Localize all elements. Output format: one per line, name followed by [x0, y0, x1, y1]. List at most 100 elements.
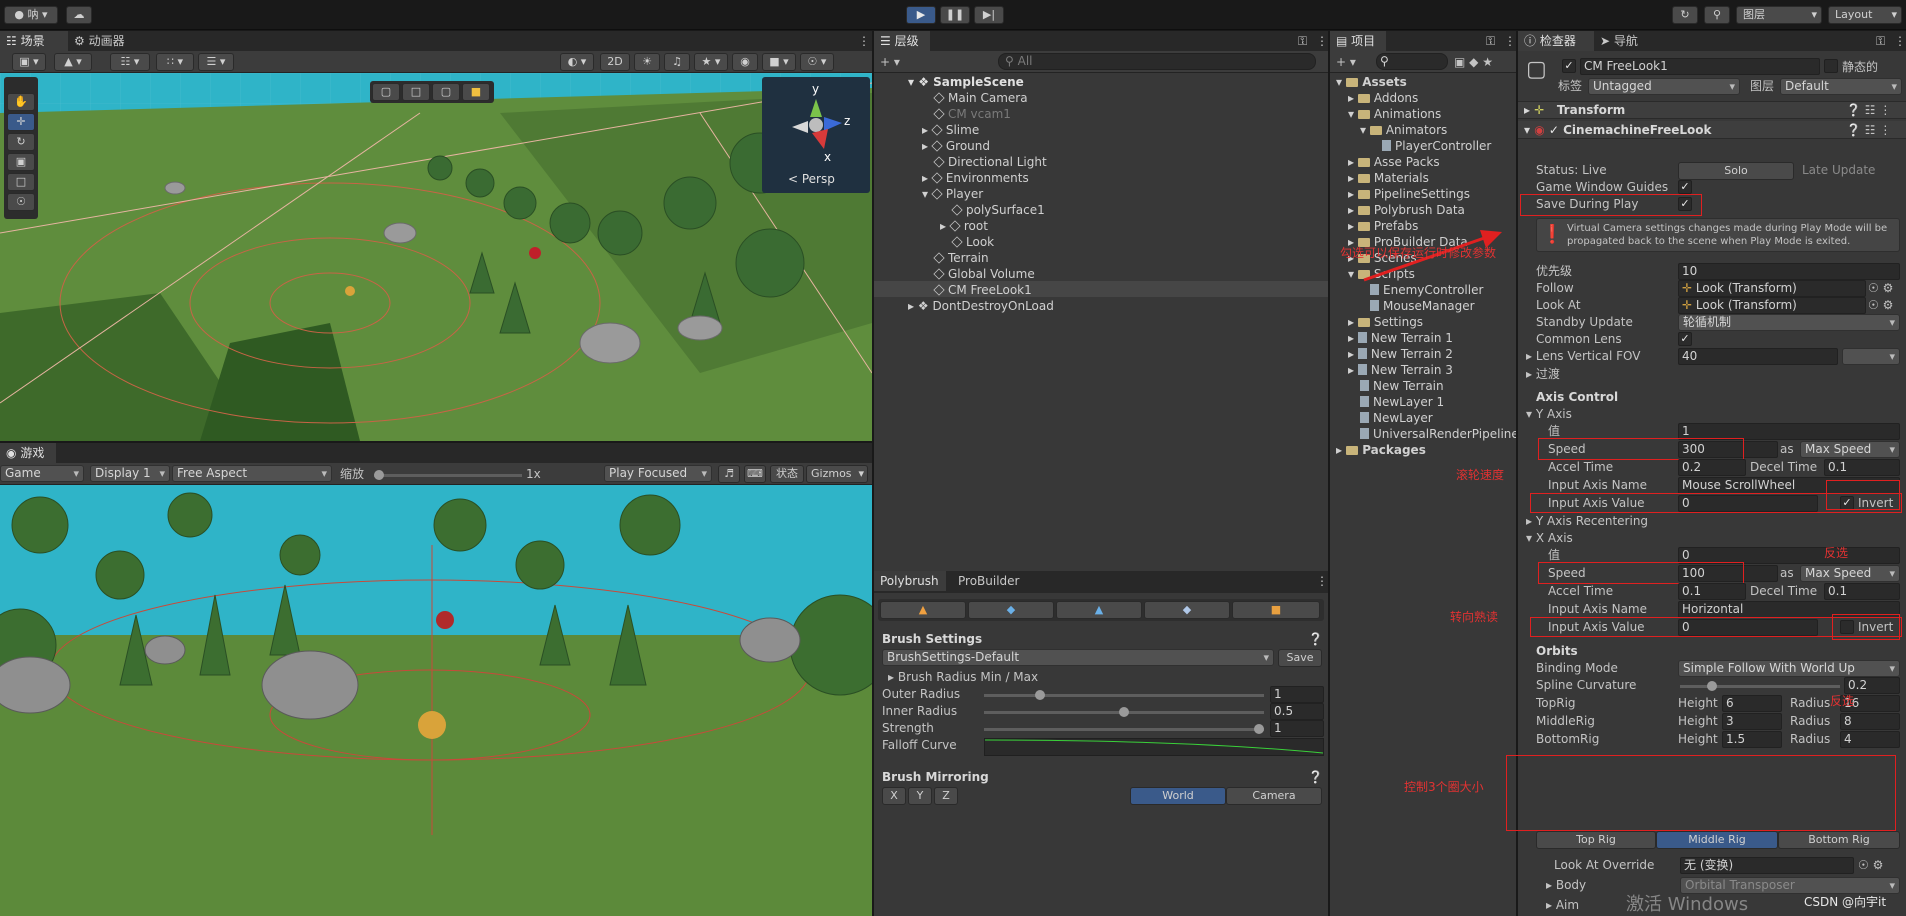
project-item-new-terrain[interactable]: New Terrain	[1360, 378, 1444, 394]
paint-mode-icon[interactable]: ▲	[1056, 601, 1142, 619]
aspect-dropdown[interactable]: Free Aspect	[172, 465, 332, 482]
hierarchy-item-root[interactable]: ▸ root	[940, 218, 988, 234]
game-window-guides-checkbox[interactable]: ✓	[1678, 180, 1692, 194]
fov-preset-dropdown[interactable]	[1842, 348, 1900, 365]
hierarchy-item-cm-freelook1[interactable]: CM FreeLook1	[933, 282, 1032, 298]
account-dropdown[interactable]: ● 呐 ▾	[4, 6, 58, 24]
middle-rig-height-field[interactable]: 3	[1722, 713, 1782, 730]
rect-tool-icon[interactable]: □	[7, 173, 35, 191]
polybrush-menu-button[interactable]: ⋮	[1310, 571, 1328, 591]
view-rect-icon[interactable]: □	[402, 83, 430, 101]
x-axis-foldout[interactable]: ▾ X Axis	[1526, 530, 1573, 546]
display-dropdown[interactable]: Display 1	[90, 465, 170, 482]
hierarchy-item-slime[interactable]: ▸ Slime	[922, 122, 979, 138]
increment-button[interactable]: ☰ ▾	[198, 53, 234, 71]
project-search-input[interactable]: ⚲	[1376, 53, 1448, 70]
stats-button[interactable]: 状态	[770, 465, 804, 483]
shading-button[interactable]: ◐ ▾	[560, 53, 594, 71]
tab-polybrush[interactable]: Polybrush	[874, 571, 946, 591]
inner-radius-slider[interactable]	[984, 707, 1264, 717]
inspector-menu-button[interactable]: ⋮	[1888, 31, 1906, 51]
hierarchy-lock-button[interactable]: ⚿	[1292, 31, 1310, 51]
hierarchy-menu-button[interactable]: ⋮	[1310, 31, 1328, 51]
hierarchy-item-directional-light[interactable]: Directional Light	[933, 154, 1047, 170]
smooth-mode-icon[interactable]: ◆	[968, 601, 1054, 619]
brush-settings-help-icon[interactable]: ❔	[1308, 631, 1323, 647]
texture-mode-icon[interactable]: ■	[1232, 601, 1320, 619]
project-item-pipelinesettings[interactable]: ▸ PipelineSettings	[1348, 186, 1470, 202]
y-decel-field[interactable]: 0.1	[1824, 459, 1900, 476]
hierarchy-item-player[interactable]: ▾ Player	[922, 186, 983, 202]
y-accel-field[interactable]: 0.2	[1678, 459, 1746, 476]
tab-navigation[interactable]: ➤ 导航	[1594, 31, 1658, 51]
transform-tool-icon[interactable]: ☉	[7, 193, 35, 211]
layers-dropdown[interactable]: 图层 ▾	[1736, 6, 1822, 24]
project-filter-icons[interactable]: ▣ ◆ ★	[1454, 54, 1493, 70]
orientation-gizmo[interactable]: y z x < Persp	[762, 77, 870, 193]
fov-label[interactable]: ▸ Lens Vertical FOV	[1526, 348, 1640, 364]
hierarchy-item-look[interactable]: Look	[951, 234, 994, 250]
step-button[interactable]: ▶|	[974, 6, 1004, 24]
bottom-rig-height-field[interactable]: 1.5	[1722, 731, 1782, 748]
strength-slider[interactable]	[984, 724, 1264, 734]
aim-foldout[interactable]: ▸ Aim	[1546, 897, 1579, 913]
x-accel-field[interactable]: 0.1	[1678, 583, 1746, 600]
mirror-x-button[interactable]: X	[882, 787, 906, 805]
priority-field[interactable]: 10	[1678, 263, 1900, 280]
project-item-new-terrain-2[interactable]: ▸ New Terrain 2	[1348, 346, 1453, 362]
project-add-button[interactable]: + ▾	[1336, 54, 1356, 70]
hierarchy-item-cm-vcam1[interactable]: CM vcam1	[933, 106, 1011, 122]
tab-game[interactable]: ◉ 游戏	[0, 443, 56, 463]
project-item-settings[interactable]: ▸ Settings	[1348, 314, 1423, 330]
fov-field[interactable]: 40	[1678, 348, 1838, 365]
y-recentering-foldout[interactable]: ▸ Y Axis Recentering	[1526, 513, 1648, 529]
audio-button[interactable]: ♫	[664, 53, 690, 71]
hierarchy-item-environments[interactable]: ▸ Environments	[922, 170, 1029, 186]
x-speed-mode-dropdown[interactable]: Max Speed	[1800, 565, 1900, 582]
project-item-urp[interactable]: UniversalRenderPipeline	[1360, 426, 1516, 442]
mirror-y-button[interactable]: Y	[908, 787, 932, 805]
tab-animator[interactable]: ⚙ 动画器	[68, 31, 148, 51]
layout-dropdown[interactable]: Layout ▾	[1828, 6, 1902, 24]
tag-dropdown[interactable]: Untagged	[1588, 78, 1740, 95]
transform-options-icons[interactable]: ❔ ☷ ⋮	[1846, 102, 1891, 118]
project-item-polybrush-data[interactable]: ▸ Polybrush Data	[1348, 202, 1465, 218]
brush-save-button[interactable]: Save	[1278, 649, 1322, 667]
x-decel-field[interactable]: 0.1	[1824, 583, 1900, 600]
scene-menu-button[interactable]: ⋮	[852, 31, 872, 51]
view-cube-icon[interactable]: ▢	[372, 83, 400, 101]
visibility-button[interactable]: ◉	[732, 53, 758, 71]
common-lens-checkbox[interactable]: ✓	[1678, 332, 1692, 346]
layer-dropdown[interactable]: Default	[1780, 78, 1902, 95]
view-color-icon[interactable]: ■	[462, 83, 490, 101]
freelook-options-icons[interactable]: ❔ ☷ ⋮	[1846, 122, 1891, 138]
follow-field[interactable]: ✛ Look (Transform)	[1678, 280, 1866, 297]
grid-snap-button[interactable]: ☷ ▾	[110, 53, 150, 71]
standby-dropdown[interactable]: 轮循机制	[1678, 314, 1900, 331]
project-item-asse-packs[interactable]: ▸ Asse Packs	[1348, 154, 1440, 170]
hierarchy-item-samplescene[interactable]: ▾ ❖ SampleScene	[908, 74, 1024, 90]
project-item-materials[interactable]: ▸ Materials	[1348, 170, 1429, 186]
mirror-camera-button[interactable]: Camera	[1226, 787, 1322, 805]
project-item-newlayer-1[interactable]: NewLayer 1	[1360, 394, 1444, 410]
object-active-checkbox[interactable]: ✓	[1562, 59, 1576, 73]
hierarchy-item-main-camera[interactable]: Main Camera	[933, 90, 1028, 106]
tab-inspector[interactable]: ⓘ 检查器	[1518, 31, 1594, 51]
pause-button[interactable]: ❚❚	[940, 6, 970, 24]
y-axis-foldout[interactable]: ▾ Y Axis	[1526, 406, 1572, 422]
project-item-addons[interactable]: ▸ Addons	[1348, 90, 1418, 106]
camera-button[interactable]: ■ ▾	[762, 53, 796, 71]
hierarchy-search-input[interactable]: ⚲ All	[998, 53, 1316, 70]
bottom-rig-radius-field[interactable]: 4	[1840, 731, 1900, 748]
y-speed-mode-dropdown[interactable]: Max Speed	[1800, 441, 1900, 458]
mirror-world-button[interactable]: World	[1130, 787, 1226, 805]
draw-mode-button[interactable]: ▣ ▾	[12, 53, 46, 71]
tab-hierarchy[interactable]: ☰ 层级	[874, 31, 930, 51]
solo-button[interactable]: Solo	[1678, 162, 1794, 180]
project-item-playercontroller[interactable]: PlayerController	[1382, 138, 1491, 154]
brush-mirroring-help-icon[interactable]: ❔	[1308, 769, 1323, 785]
spline-curvature-slider[interactable]	[1680, 681, 1840, 691]
project-item-animations[interactable]: ▾ Animations	[1348, 106, 1441, 122]
outer-radius-field[interactable]: 1	[1270, 686, 1324, 703]
persp-label[interactable]: < Persp	[788, 171, 835, 187]
